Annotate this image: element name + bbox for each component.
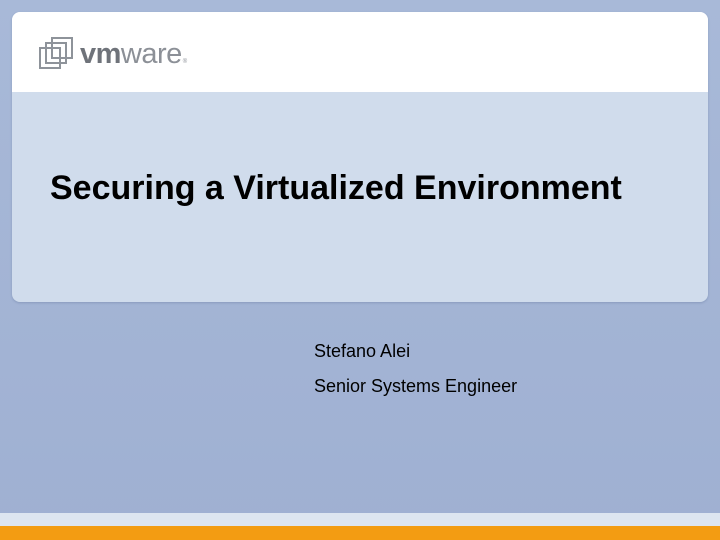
vmware-logo: vmware®	[38, 36, 187, 72]
slide-title: Securing a Virtualized Environment	[50, 169, 622, 207]
footer-stripe-accent	[0, 526, 720, 540]
title-panel: vmware®	[12, 12, 708, 302]
presenter-name: Stefano Alei	[314, 341, 411, 361]
vmware-wordmark-suffix: ware	[120, 38, 182, 70]
slide: vmware® Securing a Virtualized Environme…	[0, 0, 720, 540]
presenter-block: Stefano Alei Senior Systems Engineer	[314, 340, 517, 397]
presenter-role: Senior Systems Engineer	[314, 376, 518, 396]
footer-stripe-light	[0, 513, 720, 526]
vmware-wordmark: vmware®	[80, 36, 187, 72]
registered-mark: ®	[182, 59, 187, 65]
vmware-logo-icon	[39, 37, 73, 69]
header-band: vmware®	[12, 12, 708, 92]
vmware-wordmark-prefix: vm	[80, 38, 121, 70]
